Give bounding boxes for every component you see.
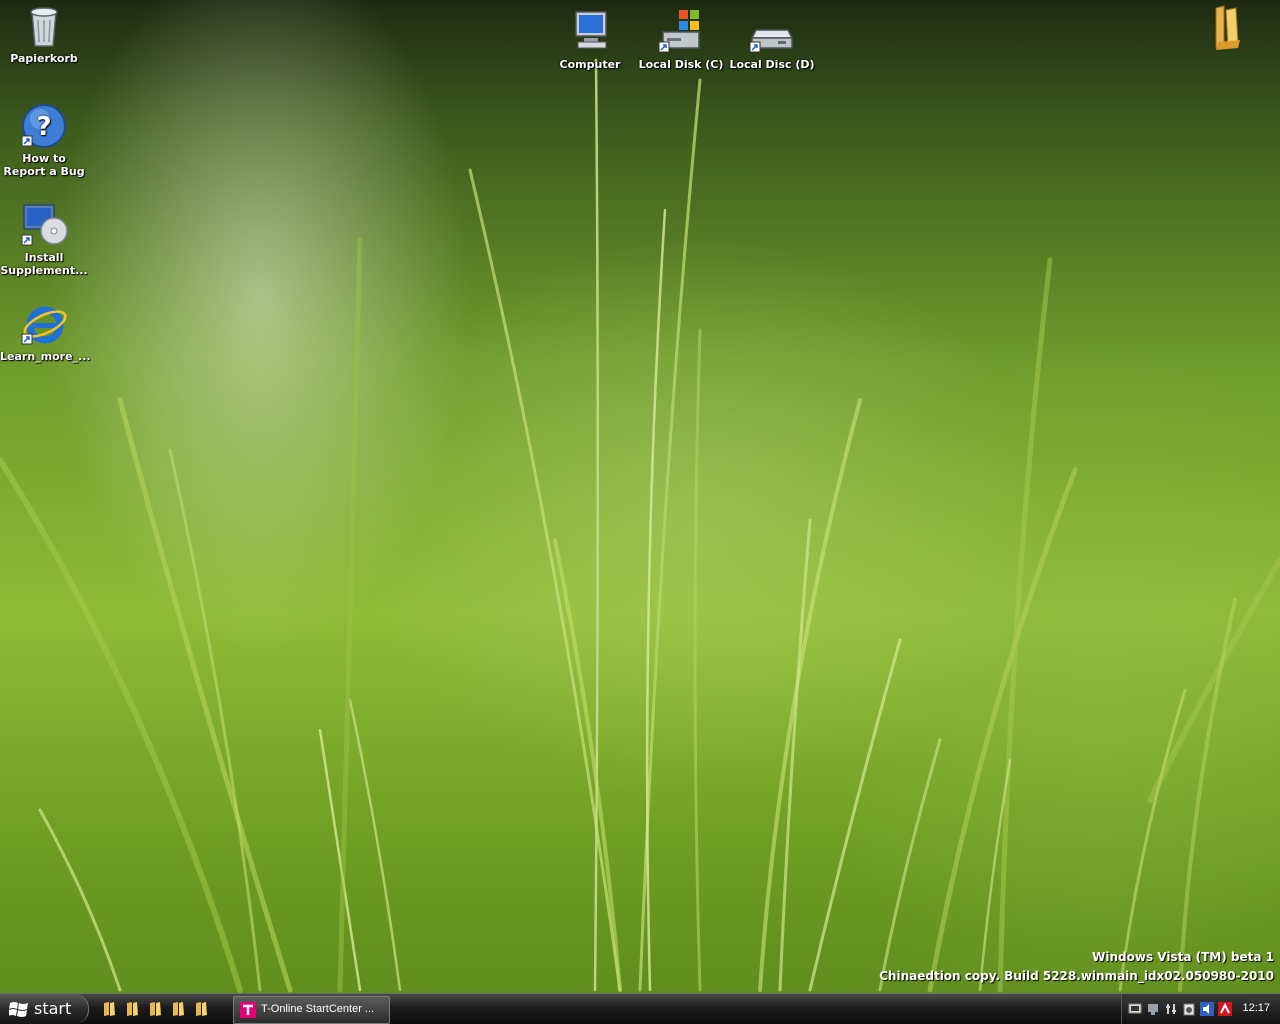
recycle-bin-label: Papierkorb	[10, 52, 78, 65]
local-disc-d-shortcut[interactable]: Local Disc (D)	[728, 8, 816, 71]
t-online-icon	[240, 1002, 256, 1018]
quicklaunch-folder-icon[interactable]	[102, 1001, 116, 1017]
install-supplement-shortcut[interactable]: Install Supplement...	[0, 201, 88, 277]
battery-icon[interactable]	[1182, 1002, 1196, 1016]
clock[interactable]: 12:17	[1242, 1002, 1270, 1014]
folder-shortcut[interactable]	[1182, 4, 1270, 54]
display-icon[interactable]	[1146, 1002, 1160, 1016]
windows-logo-icon	[9, 1002, 28, 1017]
folder-icon	[1215, 5, 1240, 50]
watermark-line-2: Chinaedtion copy. Build 5228.winmain_idx…	[879, 969, 1274, 983]
taskbar-button-tonline[interactable]: T-Online StartCenter ...	[233, 996, 390, 1024]
report-bug-shortcut[interactable]: ? How to Report a Bug	[0, 102, 88, 178]
start-label: start	[34, 999, 72, 1018]
build-watermark: Windows Vista (TM) beta 1 Chinaedtion co…	[879, 948, 1274, 986]
taskbar: start T-Online StartCenter ... 12:17	[0, 993, 1280, 1024]
recycle-bin-icon	[30, 7, 58, 47]
antivir-icon[interactable]	[1218, 1002, 1232, 1016]
watermark-line-1: Windows Vista (TM) beta 1	[1092, 950, 1274, 964]
network-icon[interactable]	[1128, 1002, 1142, 1016]
local-disc-d-label: Local Disc (D)	[729, 58, 815, 71]
install-cd-icon	[21, 204, 68, 246]
wallpaper-grass	[0, 58, 1280, 993]
system-drive-icon	[658, 10, 700, 53]
help-icon: ?	[21, 104, 66, 148]
recycle-bin-shortcut[interactable]: Papierkorb	[0, 2, 88, 65]
local-disk-c-label: Local Disk (C)	[638, 58, 724, 71]
quicklaunch-folder-icon[interactable]	[148, 1001, 162, 1017]
connection-icon[interactable]	[1164, 1002, 1178, 1016]
learn-more-shortcut[interactable]: Learn_more_...	[0, 300, 91, 363]
volume-icon[interactable]	[1200, 1002, 1214, 1016]
computer-label: Computer	[559, 58, 621, 71]
quicklaunch-folder-icon[interactable]	[125, 1001, 139, 1017]
internet-explorer-icon	[21, 306, 67, 345]
quicklaunch-folder-icon[interactable]	[194, 1001, 208, 1017]
start-button[interactable]: start	[0, 994, 89, 1024]
computer-shortcut[interactable]: Computer	[546, 8, 634, 71]
drive-icon	[749, 29, 794, 53]
learn-more-label: Learn_more_...	[0, 350, 91, 363]
report-bug-label: How to Report a Bug	[3, 152, 85, 178]
local-disk-c-shortcut[interactable]: Local Disk (C)	[637, 8, 725, 71]
svg-text:?: ?	[36, 112, 51, 142]
desktop: Papierkorb ? How to Report a Bug Install…	[0, 0, 1280, 994]
system-tray: 12:17	[1121, 994, 1280, 1024]
quicklaunch-folder-icon[interactable]	[171, 1001, 185, 1017]
computer-icon	[575, 11, 607, 49]
install-supplement-label: Install Supplement...	[0, 251, 88, 277]
taskbar-button-label: T-Online StartCenter ...	[261, 1003, 375, 1015]
